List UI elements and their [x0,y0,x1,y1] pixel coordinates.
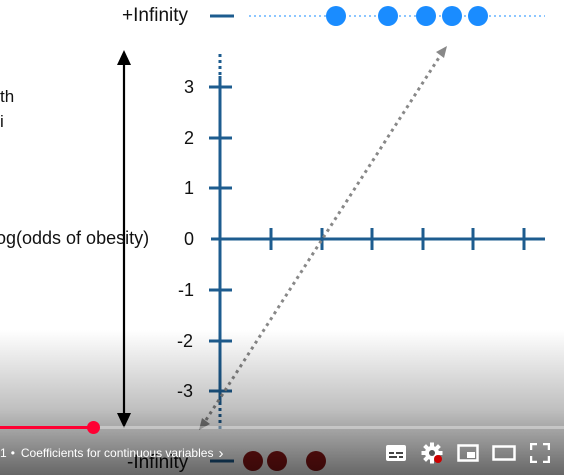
y-tick-label: 3 [184,77,195,97]
progress-bar[interactable] [0,421,564,434]
fitted-line-arrow-head-up [436,46,447,58]
miniplayer-button[interactable] [456,441,480,465]
y-tick-label: -3 [177,381,194,401]
bottom-data-point [306,451,326,471]
y-tick-label: -1 [178,280,195,300]
miniplayer-icon [457,444,479,462]
y-tick-label: 2 [184,128,195,148]
video-frame[interactable]: +Infinity th i log(odds of obesity) 3 2 … [0,0,564,475]
top-data-point [442,6,462,26]
progress-bar-played [0,426,94,429]
top-infinity-label: +Infinity [122,5,189,26]
y-tick-label: 0 [184,229,195,249]
chapter-title-button[interactable]: 1 • Coefficients for continuous variable… [0,444,224,462]
fullscreen-button[interactable] [528,441,552,465]
partial-left-text: i [0,112,4,131]
settings-button[interactable] [420,441,444,465]
top-data-point [416,6,436,26]
player-controls-right [384,438,564,468]
progress-scrubber-handle[interactable] [87,421,101,434]
subtitles-button[interactable] [384,441,408,465]
theater-mode-button[interactable] [492,441,516,465]
y-axis-label: log(odds of obesity) [0,228,150,248]
top-data-point [378,6,398,26]
chapter-number: 1 [0,446,7,460]
y-tick-label: -2 [177,331,194,351]
chapter-title: Coefficients for continuous variables [20,446,214,460]
chapter-separator: • [10,446,15,460]
y-tick-label: 1 [184,178,195,198]
top-data-point [468,6,488,26]
bottom-data-point [267,451,287,471]
settings-icon [421,442,443,464]
partial-left-text: th [0,87,15,106]
bottom-data-point [243,451,263,471]
top-data-point [326,6,346,26]
fullscreen-icon [530,443,550,463]
chevron-right-icon: › [218,444,224,462]
theater-mode-icon [492,445,516,461]
range-arrow-up-head [117,50,131,65]
subtitles-icon [386,445,406,461]
